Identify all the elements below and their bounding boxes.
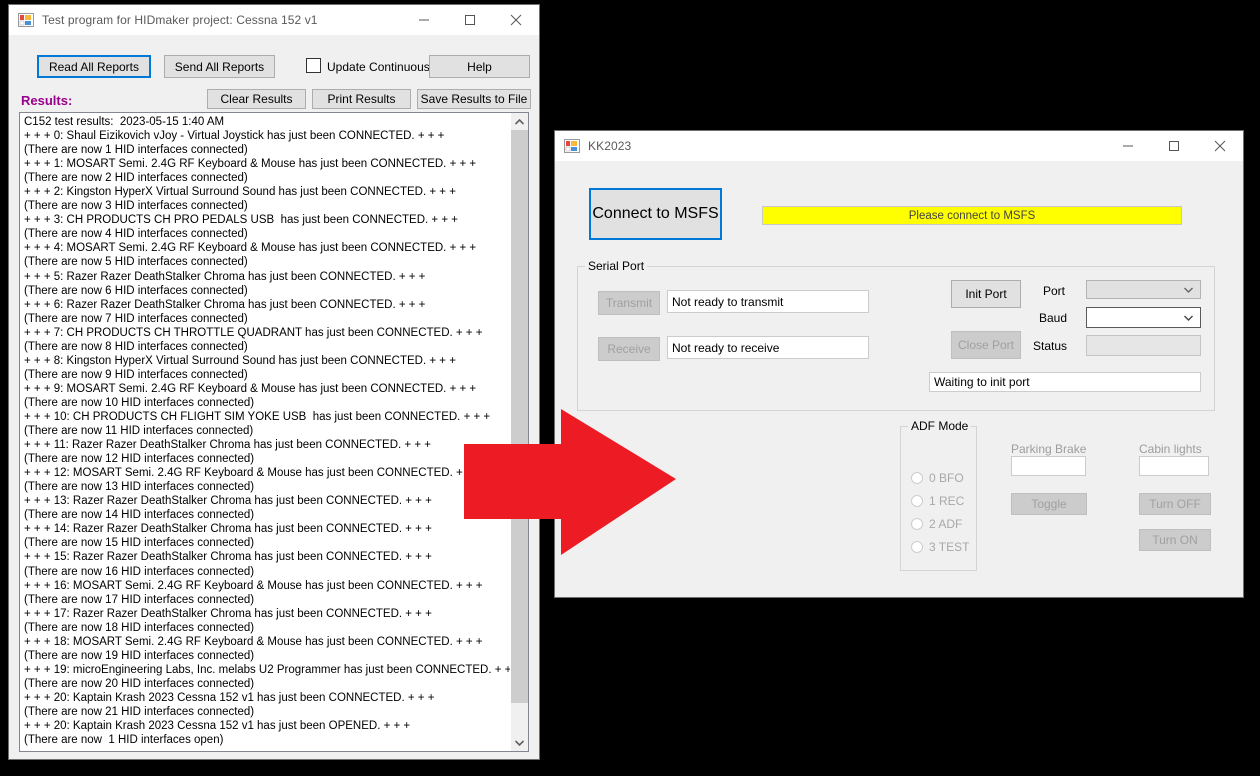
parking-brake-label: Parking Brake — [1011, 442, 1087, 456]
chevron-down-icon — [1184, 315, 1193, 321]
hidmaker-window: Test program for HIDmaker project: Cessn… — [8, 4, 540, 760]
kk2023-titlebar[interactable]: KK2023 — [555, 131, 1243, 161]
help-button[interactable]: Help — [429, 55, 530, 78]
adf-radio-2-adf[interactable]: 2 ADF — [911, 517, 962, 531]
radio-circle-icon — [911, 541, 923, 553]
baud-label: Baud — [1039, 311, 1068, 325]
hidmaker-title: Test program for HIDmaker project: Cessn… — [42, 12, 318, 27]
receive-button[interactable]: Receive — [598, 337, 660, 361]
results-scrollbar[interactable] — [510, 113, 528, 751]
transmit-status-field: Not ready to transmit — [667, 290, 869, 313]
update-continuously-checkbox[interactable] — [306, 58, 321, 73]
results-text: C152 test results: 2023-05-15 1:40 AM + … — [24, 116, 510, 747]
print-results-button[interactable]: Print Results — [312, 89, 411, 109]
cabin-lights-turn-off-button[interactable]: Turn OFF — [1139, 493, 1211, 515]
close-port-button[interactable]: Close Port — [951, 331, 1021, 359]
send-all-reports-button[interactable]: Send All Reports — [164, 55, 275, 78]
close-icon[interactable] — [1197, 131, 1243, 160]
port-select[interactable] — [1086, 280, 1201, 299]
cabin-lights-field — [1139, 456, 1209, 476]
adf-radio-label: 3 TEST — [929, 540, 970, 554]
parking-brake-field — [1011, 456, 1086, 476]
adf-mode-group-title: ADF Mode — [908, 419, 972, 433]
read-all-reports-button[interactable]: Read All Reports — [37, 55, 151, 78]
adf-radio-label: 1 REC — [929, 494, 965, 508]
adf-radio-3-test[interactable]: 3 TEST — [911, 540, 969, 554]
adf-radio-0-bfo[interactable]: 0 BFO — [911, 471, 964, 485]
init-port-button[interactable]: Init Port — [951, 280, 1021, 308]
cabin-lights-turn-on-button[interactable]: Turn ON — [1139, 529, 1211, 551]
radio-circle-icon — [911, 472, 923, 484]
clear-results-button[interactable]: Clear Results — [207, 89, 306, 109]
msfs-status-banner: Please connect to MSFS — [762, 206, 1182, 225]
port-status-field — [1086, 335, 1201, 356]
radio-circle-icon — [911, 495, 923, 507]
app-icon — [564, 138, 580, 154]
transmit-button[interactable]: Transmit — [598, 291, 660, 315]
app-icon — [18, 12, 34, 28]
maximize-icon[interactable] — [447, 5, 493, 34]
kk2023-title: KK2023 — [588, 138, 632, 153]
status-label: Status — [1033, 339, 1068, 353]
results-textarea[interactable]: C152 test results: 2023-05-15 1:40 AM + … — [19, 112, 529, 752]
minimize-icon[interactable] — [401, 5, 447, 34]
hidmaker-titlebar[interactable]: Test program for HIDmaker project: Cessn… — [9, 5, 539, 35]
connect-to-msfs-button[interactable]: Connect to MSFS — [589, 188, 722, 240]
maximize-icon[interactable] — [1151, 131, 1197, 160]
chevron-down-icon — [1184, 287, 1193, 293]
adf-radio-label: 2 ADF — [929, 517, 963, 531]
close-icon[interactable] — [493, 5, 539, 34]
serial-port-group-title: Serial Port — [585, 259, 648, 273]
serial-port-groupbox: Serial Port Transmit Not ready to transm… — [577, 259, 1215, 411]
minimize-icon[interactable] — [1105, 131, 1151, 160]
kk2023-window: KK2023 Connect to MSFS Please connect to… — [554, 130, 1244, 598]
scroll-up-icon[interactable] — [511, 113, 528, 130]
update-continuously-label: Update Continuously — [327, 60, 439, 74]
adf-radio-1-rec[interactable]: 1 REC — [911, 494, 964, 508]
save-results-to-file-button[interactable]: Save Results to File — [417, 89, 531, 109]
scrollbar-thumb[interactable] — [511, 130, 528, 703]
receive-status-field: Not ready to receive — [667, 336, 869, 359]
scroll-down-icon[interactable] — [511, 734, 528, 751]
results-label: Results: — [21, 93, 73, 108]
radio-circle-icon — [911, 518, 923, 530]
parking-brake-toggle-button[interactable]: Toggle — [1011, 493, 1087, 515]
cabin-lights-label: Cabin lights — [1139, 442, 1202, 456]
port-status-message-field: Waiting to init port — [929, 372, 1201, 392]
adf-mode-groupbox: ADF Mode 0 BFO 1 REC 2 ADF 3 TEST — [900, 419, 977, 571]
baud-select[interactable] — [1086, 307, 1201, 328]
adf-radio-label: 0 BFO — [929, 471, 964, 485]
port-label: Port — [1043, 284, 1066, 298]
